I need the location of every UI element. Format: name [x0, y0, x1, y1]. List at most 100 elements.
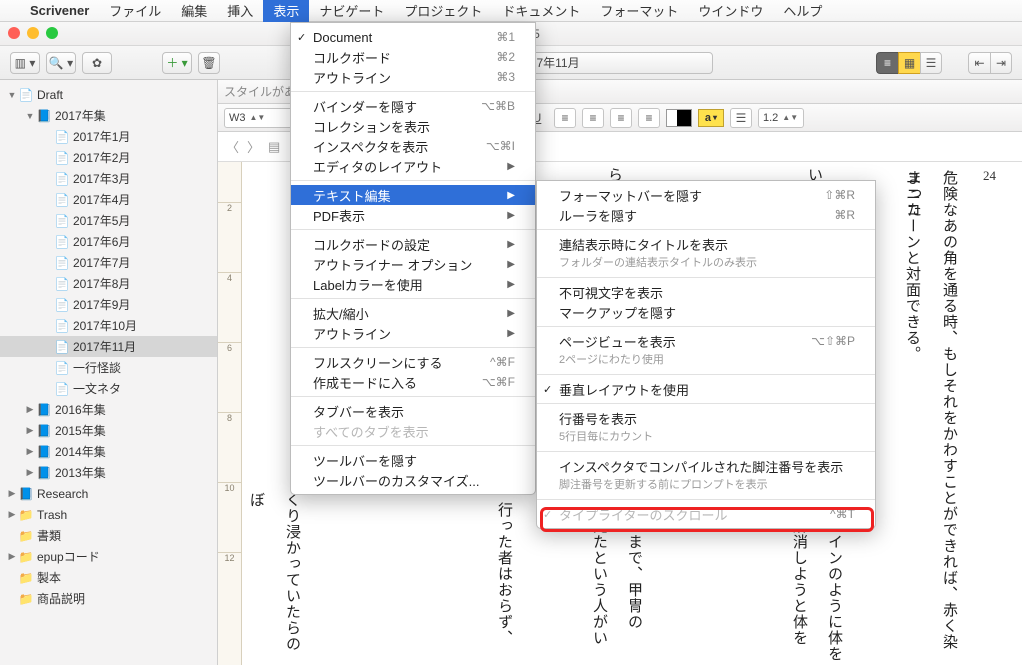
menu-item[interactable]: インスペクタを表示⌥⌘I	[291, 136, 535, 156]
binder-item[interactable]: 📄2017年11月	[0, 336, 217, 357]
menu-item[interactable]: 不可視文字を表示	[537, 282, 875, 302]
close-icon[interactable]	[8, 27, 20, 39]
highlight-annotation	[540, 507, 874, 532]
menu-item[interactable]: 行番号を表示	[537, 408, 875, 428]
menu-item[interactable]: Labelカラーを使用▶	[291, 274, 535, 294]
binder-item[interactable]: 📄2017年3月	[0, 168, 217, 189]
binder-item[interactable]: ▶📘2015年集	[0, 420, 217, 441]
binder-item[interactable]: 📄2017年5月	[0, 210, 217, 231]
list-button[interactable]: ☰	[730, 108, 752, 128]
menu-format[interactable]: フォーマット	[590, 0, 688, 22]
trash-button[interactable]: 🗑	[198, 52, 220, 74]
menu-project[interactable]: プロジェクト	[394, 0, 492, 22]
linespace-select[interactable]: 1.2▲▼	[758, 108, 804, 128]
menu-item[interactable]: アウトライナー オプション▶	[291, 254, 535, 274]
menu-item[interactable]: PDF表示▶	[291, 205, 535, 225]
menu-item[interactable]: アウトライン⌘3	[291, 67, 535, 87]
menu-window[interactable]: ウインドウ	[688, 0, 773, 22]
binder-item[interactable]: ▶📘2014年集	[0, 441, 217, 462]
align-left-button[interactable]: ≡	[554, 108, 576, 128]
menu-item[interactable]: バインダーを隠す⌥⌘B	[291, 96, 535, 116]
settings-button[interactable]: ✿	[82, 52, 112, 74]
menu-subtext: 5行目毎にカウント	[537, 428, 875, 447]
page-number: 24	[983, 168, 996, 184]
indent-right-button[interactable]: ⇥	[990, 52, 1012, 74]
binder-item[interactable]: 📁書類	[0, 525, 217, 546]
menu-document[interactable]: ドキュメント	[492, 0, 590, 22]
binder-item[interactable]: 📄2017年2月	[0, 147, 217, 168]
menu-item[interactable]: ページビューを表示⌥⇧⌘P	[537, 331, 875, 351]
menu-item[interactable]: フルスクリーンにする^⌘F	[291, 352, 535, 372]
binder-item[interactable]: ▶📘Research	[0, 483, 217, 504]
menu-view[interactable]: 表示	[263, 0, 309, 22]
binder-item[interactable]: 📄一行怪談	[0, 357, 217, 378]
binder-toggle-button[interactable]: ▥ ▾	[10, 52, 40, 74]
cork-view-icon[interactable]: ▦	[898, 52, 920, 74]
menu-edit[interactable]: 編集	[171, 0, 217, 22]
indent-left-button[interactable]: ⇤	[968, 52, 990, 74]
search-button[interactable]: 🔍 ▾	[46, 52, 76, 74]
forward-button[interactable]: 〉	[247, 137, 260, 156]
menu-subtext: フォルダーの連結表示タイトルのみ表示	[537, 254, 875, 273]
binder-item[interactable]: ▶📘2013年集	[0, 462, 217, 483]
menu-item[interactable]: コルクボード⌘2	[291, 47, 535, 67]
menu-item[interactable]: ルーラを隠す⌘R	[537, 205, 875, 225]
menu-item[interactable]: アウトライン▶	[291, 323, 535, 343]
menu-item[interactable]: エディタのレイアウト▶	[291, 156, 535, 176]
menu-item[interactable]: 作成モードに入る⌥⌘F	[291, 372, 535, 392]
menu-item[interactable]: コレクションを表示	[291, 116, 535, 136]
menu-subtext: 脚注番号を更新する前にプロンプトを表示	[537, 476, 875, 495]
style-label: スタイルがあ	[224, 83, 296, 100]
binder-item[interactable]: 📄2017年8月	[0, 273, 217, 294]
binder-item[interactable]: 📄2017年4月	[0, 189, 217, 210]
view-menu-dropdown[interactable]: ✓Document⌘1コルクボード⌘2アウトライン⌘3 バインダーを隠す⌥⌘Bコレ…	[290, 22, 536, 495]
menu-item[interactable]: 拡大/縮小▶	[291, 303, 535, 323]
binder-item[interactable]: 📁製本	[0, 567, 217, 588]
binder-item[interactable]: ▶📁Trash	[0, 504, 217, 525]
menu-item[interactable]: フォーマットバーを隠す⇧⌘R	[537, 185, 875, 205]
menu-file[interactable]: ファイル	[99, 0, 171, 22]
menu-item[interactable]: ✓垂直レイアウトを使用	[537, 379, 875, 399]
binder-item[interactable]: 📄一文ネタ	[0, 378, 217, 399]
menu-item[interactable]: インスペクタでコンパイルされた脚注番号を表示	[537, 456, 875, 476]
menu-item[interactable]: ✓Document⌘1	[291, 27, 535, 47]
outline-view-icon[interactable]: ☰	[920, 52, 942, 74]
zoom-icon[interactable]	[46, 27, 58, 39]
menu-help[interactable]: ヘルプ	[773, 0, 832, 22]
align-right-button[interactable]: ≡	[610, 108, 632, 128]
add-button[interactable]: ＋ ▾	[162, 52, 192, 74]
menu-item[interactable]: ツールバーを隠す	[291, 450, 535, 470]
highlight-color-button[interactable]: a▾	[698, 109, 724, 127]
menu-item[interactable]: ツールバーのカスタマイズ...	[291, 470, 535, 490]
app-menu[interactable]: Scrivener	[20, 0, 99, 22]
menu-item[interactable]: テキスト編集▶	[291, 185, 535, 205]
binder-item[interactable]: 📄2017年1月	[0, 126, 217, 147]
minimize-icon[interactable]	[27, 27, 39, 39]
menu-item[interactable]: 連結表示時にタイトルを表示	[537, 234, 875, 254]
text-color-button[interactable]	[666, 109, 692, 127]
back-button[interactable]: 〈	[226, 137, 239, 156]
menu-navigate[interactable]: ナビゲート	[309, 0, 394, 22]
body-text: 行った者はおらず、	[486, 502, 522, 646]
body-text: くり浸かっていたらのぼ	[238, 492, 310, 665]
menu-item[interactable]: マークアップを隠す	[537, 302, 875, 322]
binder-item[interactable]: 📄2017年6月	[0, 231, 217, 252]
binder-item[interactable]: ▶📁epupコード	[0, 546, 217, 567]
text-editing-submenu[interactable]: フォーマットバーを隠す⇧⌘Rルーラを隠す⌘R 連結表示時にタイトルを表示フォルダー…	[536, 180, 876, 529]
menu-item[interactable]: コルクボードの設定▶	[291, 234, 535, 254]
menu-insert[interactable]: 挿入	[217, 0, 263, 22]
align-center-button[interactable]: ≡	[582, 108, 604, 128]
doc-view-icon[interactable]: ≡	[876, 52, 898, 74]
binder-item[interactable]: ▼📘2017年集	[0, 105, 217, 126]
menubar: Scrivener ファイル 編集 挿入 表示 ナビゲート プロジェクト ドキュ…	[0, 0, 1022, 22]
menu-item[interactable]: タブバーを表示	[291, 401, 535, 421]
binder-item[interactable]: ▶📘2016年集	[0, 399, 217, 420]
align-justify-button[interactable]: ≡	[638, 108, 660, 128]
binder-item[interactable]: 📄2017年10月	[0, 315, 217, 336]
binder-item[interactable]: ▼📄Draft	[0, 84, 217, 105]
binder[interactable]: ▼📄Draft▼📘2017年集📄2017年1月📄2017年2月📄2017年3月📄…	[0, 80, 218, 665]
binder-item[interactable]: 📁商品説明	[0, 588, 217, 609]
view-mode-segment[interactable]: ≡ ▦ ☰	[876, 52, 942, 74]
binder-item[interactable]: 📄2017年7月	[0, 252, 217, 273]
binder-item[interactable]: 📄2017年9月	[0, 294, 217, 315]
